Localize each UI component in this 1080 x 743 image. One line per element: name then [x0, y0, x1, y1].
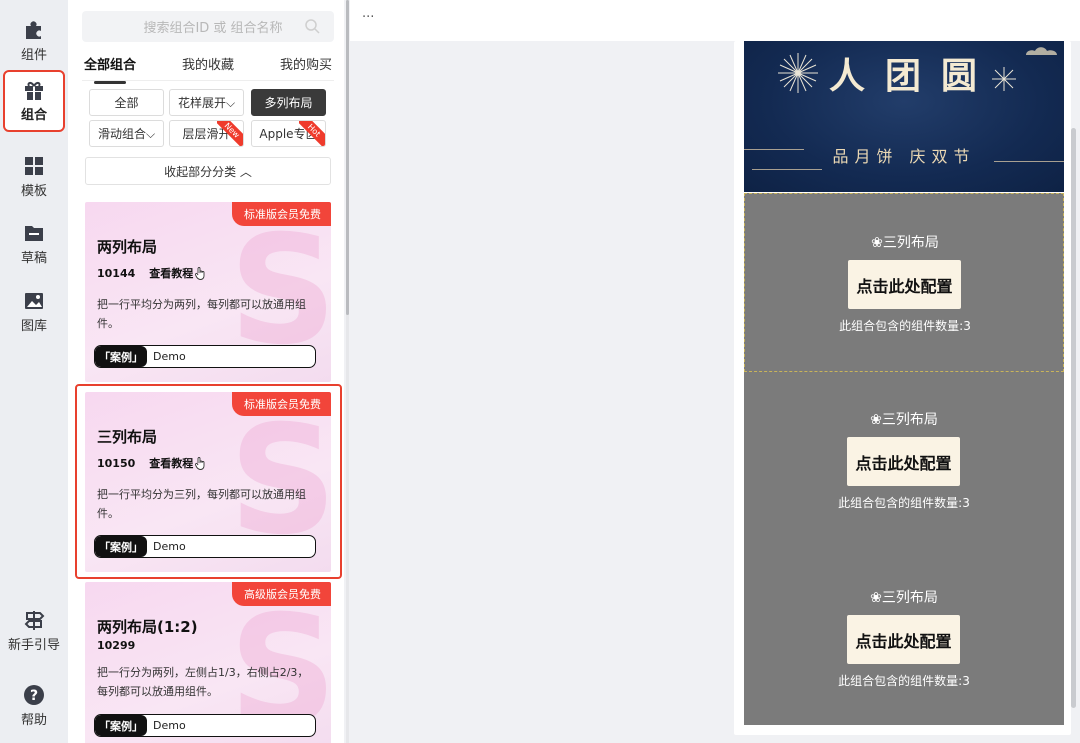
hand-pointer-icon [195, 266, 205, 280]
rail-item-beginner-guide[interactable]: 新手引导 [3, 600, 65, 662]
banner-headline: 人团圆 [828, 56, 997, 97]
card-title: 两列布局(1:2) [97, 618, 198, 636]
three-column-block[interactable]: ❀三列布局 点击此处配置 此组合包含的组件数量:3 [744, 193, 1064, 372]
demo-label: Demo [153, 350, 186, 363]
left-icon-rail: 组件 组合 模板 草稿 图库 新手引导 ? 帮助 [0, 0, 68, 743]
rail-item-combos[interactable]: 组合 [3, 70, 65, 132]
filter-chip-slide-combo[interactable]: 滑动组合⌵ [89, 120, 164, 147]
view-tutorial-link[interactable]: 查看教程 [149, 265, 193, 281]
configure-button[interactable]: 点击此处配置 [847, 615, 960, 664]
banner-decoration-line [752, 169, 822, 170]
search-input[interactable]: 搜索组合ID 或 组合名称 [82, 11, 334, 42]
filter-chip-apple-zone[interactable]: Apple专区 Hot [251, 120, 326, 147]
card-meta: 10144 查看教程 [97, 265, 206, 281]
member-free-badge: 高级版会员免费 [232, 582, 331, 606]
editor-canvas: ··· 人团圆 品月饼 庆双节 ❀三列布局 点击此处配置 此组合包含的组件数量:… [350, 0, 1080, 743]
card-description: 把一行平均分为两列，每列都可以放通用组件。 [97, 298, 306, 330]
collapse-categories-button[interactable]: 收起部分分类 ︿ [85, 157, 331, 185]
combo-panel: 搜索组合ID 或 组合名称 全部组合 我的收藏 我的购买 全部 花样展开⌵ 多列… [68, 0, 344, 743]
selected-card-highlight [75, 384, 342, 579]
image-gallery-icon [25, 293, 43, 309]
canvas-topbar: ··· [350, 0, 1080, 41]
help-circle-icon: ? [24, 685, 44, 705]
tab-all-combos[interactable]: 全部组合 [82, 52, 138, 84]
festival-banner[interactable]: 人团圆 品月饼 庆双节 [744, 41, 1064, 192]
block-caption: ❀三列布局 [870, 590, 938, 606]
preview-scrollbar[interactable] [1071, 128, 1076, 708]
card-id: 10144 [97, 266, 136, 280]
rail-item-help[interactable]: ? 帮助 [3, 675, 65, 737]
svg-text:?: ? [30, 688, 38, 704]
signpost-icon [24, 611, 45, 630]
card-title: 两列布局 [97, 238, 158, 256]
puzzle-icon [26, 21, 41, 39]
demo-button[interactable]: 「案例」 Demo [94, 714, 316, 737]
tab-my-favorites[interactable]: 我的收藏 [180, 52, 236, 78]
configure-button[interactable]: 点击此处配置 [848, 260, 961, 309]
rail-item-gallery[interactable]: 图库 [3, 281, 65, 343]
block-caption: ❀三列布局 [870, 412, 938, 428]
block-caption: ❀三列布局 [871, 235, 939, 251]
component-count: 此组合包含的组件数量:3 [838, 674, 970, 688]
configure-button[interactable]: 点击此处配置 [847, 437, 960, 486]
filter-chip-multi-column[interactable]: 多列布局 [251, 89, 326, 116]
combo-card-two-column-1-2[interactable]: S 高级版会员免费 两列布局(1:2) 10299 把一行分为两列，左侧占1/3… [85, 582, 331, 743]
more-options-icon[interactable]: ··· [362, 10, 374, 25]
filter-chip-pattern-expand[interactable]: 花样展开⌵ [169, 89, 244, 116]
demo-tag: 「案例」 [95, 715, 147, 736]
gift-box-icon [25, 82, 43, 100]
rail-item-drafts[interactable]: 草稿 [3, 213, 65, 275]
filter-chip-all[interactable]: 全部 [89, 89, 164, 116]
filter-chip-layered-slide[interactable]: 层层滑开 New [169, 120, 244, 147]
demo-tag: 「案例」 [95, 346, 147, 367]
scrollbar-thumb[interactable] [346, 0, 349, 315]
tab-divider [82, 80, 334, 81]
draft-folder-icon [25, 226, 43, 241]
panel-tabs: 全部组合 我的收藏 我的购买 [82, 52, 334, 84]
new-ribbon: New [217, 121, 243, 146]
panel-scrollbar[interactable] [346, 0, 349, 743]
card-watermark-logo: S [228, 204, 331, 378]
rail-item-components[interactable]: 组件 [3, 10, 65, 72]
card-meta: 10299 [97, 639, 135, 652]
card-description: 把一行分为两列，左侧占1/3，右侧占2/3，每列都可以放通用组件。 [97, 666, 309, 698]
card-id: 10299 [97, 639, 136, 652]
member-free-badge: 标准版会员免费 [232, 202, 331, 226]
three-column-block[interactable]: ❀三列布局 点击此处配置 此组合包含的组件数量:3 [744, 550, 1064, 725]
demo-button[interactable]: 「案例」 Demo [94, 345, 316, 368]
combo-card-two-column[interactable]: S 标准版会员免费 两列布局 10144 查看教程 把一行平均分为两列，每列都可… [85, 202, 331, 382]
hot-ribbon: Hot [299, 121, 325, 146]
search-icon[interactable] [305, 19, 320, 34]
demo-label: Demo [153, 719, 186, 732]
rail-item-templates[interactable]: 模板 [3, 146, 65, 208]
banner-subline: 品月饼 庆双节 [832, 147, 976, 166]
component-count: 此组合包含的组件数量:3 [839, 319, 971, 333]
three-column-block[interactable]: ❀三列布局 点击此处配置 此组合包含的组件数量:3 [744, 372, 1064, 550]
tab-my-purchases[interactable]: 我的购买 [278, 52, 334, 78]
template-grid-icon [25, 157, 43, 175]
component-count: 此组合包含的组件数量:3 [838, 496, 970, 510]
